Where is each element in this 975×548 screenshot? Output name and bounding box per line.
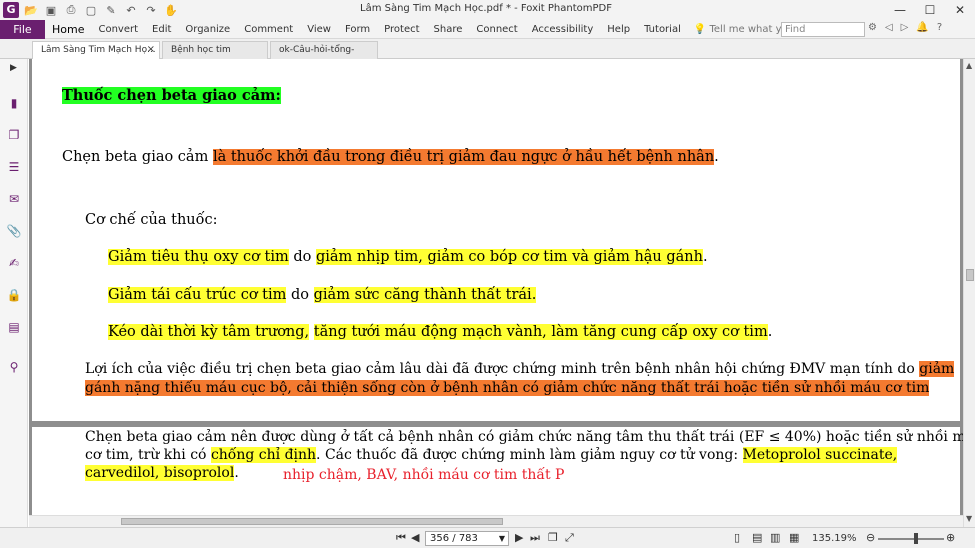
new-icon[interactable]: ▢ [83,2,99,18]
notification-icon[interactable]: 🔔 [916,22,928,33]
fit-page-icon[interactable]: ⤢ [565,531,574,545]
maximize-button[interactable]: ☐ [915,0,945,20]
menu-convert[interactable]: Convert [91,20,145,39]
help-icon[interactable]: ? [937,22,942,33]
pdf-page: Thuốc chẹn beta giao cảm: Chẹn beta giao… [32,59,960,421]
scroll-down-icon[interactable]: ▼ [966,514,972,523]
tab-lam-sang[interactable]: Lâm Sàng Tim Mạch Họ... × [32,41,160,59]
menu-help[interactable]: Help [600,20,637,39]
zoom-out-icon[interactable]: ⊖ [866,531,875,544]
menu-share[interactable]: Share [427,20,470,39]
mechanism-item: Giảm tiêu thụ oxy cơ tim do giảm nhịp ti… [108,249,708,265]
print-icon[interactable]: ⎙ [63,2,79,18]
intro-paragraph: Chẹn beta giao cảm là thuốc khởi đầu tro… [62,149,719,165]
first-page-icon[interactable]: ⏮ [396,531,406,545]
scroll-thumb[interactable] [966,269,974,281]
left-sidebar: ▶ ▮ ❐ ☰ ✉ 📎 ✍ 🔒 ▤ ⚲ [0,59,28,527]
menu-home[interactable]: Home [45,20,91,39]
tab-benh-hoc[interactable]: Bệnh học tim mạch.pdf [162,41,268,71]
next-page-icon[interactable]: ▶ [515,531,523,544]
menu-bar: File Home Convert Edit Organize Comment … [0,19,975,39]
scroll-up-icon[interactable]: ▲ [966,61,972,70]
horizontal-scrollbar[interactable] [29,515,963,527]
attachment-icon[interactable]: 📎 [6,223,22,239]
bookmark-icon[interactable]: ▮ [6,95,22,111]
menu-organize[interactable]: Organize [178,20,237,39]
undo-icon[interactable]: ↶ [123,2,139,18]
zoom-in-icon[interactable]: ⊕ [946,531,955,544]
signature-icon[interactable]: ✍ [6,255,22,271]
save-icon[interactable]: ▣ [43,2,59,18]
file-menu[interactable]: File [0,19,45,39]
chevron-down-icon[interactable]: ▼ [499,532,505,545]
mechanism-item: Kéo dài thời kỳ tâm trương, tăng tưới má… [108,324,773,340]
benefit-paragraph-line1: Lợi ích của việc điều trị chẹn beta giao… [85,361,955,377]
facing-page-icon[interactable]: ▥ [770,531,780,544]
zoom-slider[interactable] [878,538,944,540]
layers-icon[interactable]: ☰ [6,159,22,175]
redo-icon[interactable]: ↷ [143,2,159,18]
menu-view[interactable]: View [300,20,338,39]
view-mode-icon[interactable]: ❐ [548,531,558,544]
section-heading: Thuốc chẹn beta giao cảm: [62,87,281,104]
page-display: 356 / 783 [430,533,478,544]
title-bar: G 📂 ▣ ⎙ ▢ ✎ ↶ ↷ ✋ Lâm Sàng Tim Mạch Học.… [0,0,975,20]
zoom-level[interactable]: 135.19% [812,533,857,544]
menu-comment[interactable]: Comment [237,20,300,39]
edit-icon[interactable]: ✎ [103,2,119,18]
window-title: Lâm Sàng Tim Mạch Học.pdf * - Foxit Phan… [360,3,613,14]
pages-icon[interactable]: ❐ [6,127,22,143]
continuous-page-icon[interactable]: ▤ [752,531,762,544]
continuous-facing-icon[interactable]: ▦ [789,531,799,544]
page-number-input[interactable]: 356 / 783 ▼ [425,531,509,546]
recommendation-line1: Chẹn beta giao cảm nên được dùng ở tất c… [85,429,963,445]
menu-protect[interactable]: Protect [377,20,426,39]
document-tab-bar: Lâm Sàng Tim Mạch Họ... × Bệnh học tim m… [0,39,975,71]
handwritten-annotation[interactable]: nhịp chậm, BAV, nhồi máu cơ tim thất P [283,467,564,483]
status-bar: ⏮ ◀ 356 / 783 ▼ ▶ ⏭ ❐ ⤢ ▯ ▤ ▥ ▦ 135.19% … [0,527,975,548]
minimize-button[interactable]: — [885,0,915,20]
next-icon[interactable]: ▷ [901,22,909,33]
close-tab-icon[interactable]: × [147,42,155,58]
previous-icon[interactable]: ◁ [885,22,893,33]
fields-icon[interactable]: ▤ [6,319,22,335]
vertical-scrollbar[interactable]: ▲ ▼ [963,59,975,527]
menu-tutorial[interactable]: Tutorial [637,20,688,39]
mechanism-label: Cơ chế của thuốc: [85,212,218,228]
security-lock-icon[interactable]: 🔒 [6,287,22,303]
close-button[interactable]: ✕ [945,0,975,20]
mechanism-item: Giảm tái cấu trúc cơ tim do giảm sức căn… [108,287,537,303]
menu-connect[interactable]: Connect [469,20,524,39]
benefit-paragraph-line2: gánh nặng thiếu máu cục bộ, cải thiện số… [85,380,930,396]
hand-tool-icon[interactable]: ✋ [163,2,179,18]
app-logo[interactable]: G [3,2,19,18]
recommendation-line2: cơ tim, trừ khi có chống chỉ định. Các t… [85,447,898,463]
single-page-icon[interactable]: ▯ [734,531,740,544]
comments-icon[interactable]: ✉ [6,191,22,207]
document-view[interactable]: Thuốc chẹn beta giao cảm: Chẹn beta giao… [29,59,963,515]
lightbulb-icon: 💡 [693,23,710,35]
tab-label: Lâm Sàng Tim Mạch Họ... [41,45,156,55]
menu-form[interactable]: Form [338,20,377,39]
menu-edit[interactable]: Edit [145,20,178,39]
user-search-icon[interactable]: ⚲ [6,359,22,375]
tab-cau-hoi[interactable]: ok-Câu-hỏi-tổng-hợp-... [270,41,378,71]
settings-icon[interactable]: ⚙ [868,22,877,33]
hscroll-thumb[interactable] [121,518,503,525]
expand-sidebar-icon[interactable]: ▶ [10,63,17,73]
open-folder-icon[interactable]: 📂 [23,2,39,18]
pdf-page: Chẹn beta giao cảm nên được dùng ở tất c… [32,427,963,515]
recommendation-line3: carvedilol, bisoprolol. [85,465,239,481]
previous-page-icon[interactable]: ◀ [411,531,419,544]
zoom-slider-handle[interactable] [914,533,918,544]
last-page-icon[interactable]: ⏭ [530,531,540,545]
menu-accessibility[interactable]: Accessibility [525,20,601,39]
find-input[interactable]: Find [781,22,865,37]
